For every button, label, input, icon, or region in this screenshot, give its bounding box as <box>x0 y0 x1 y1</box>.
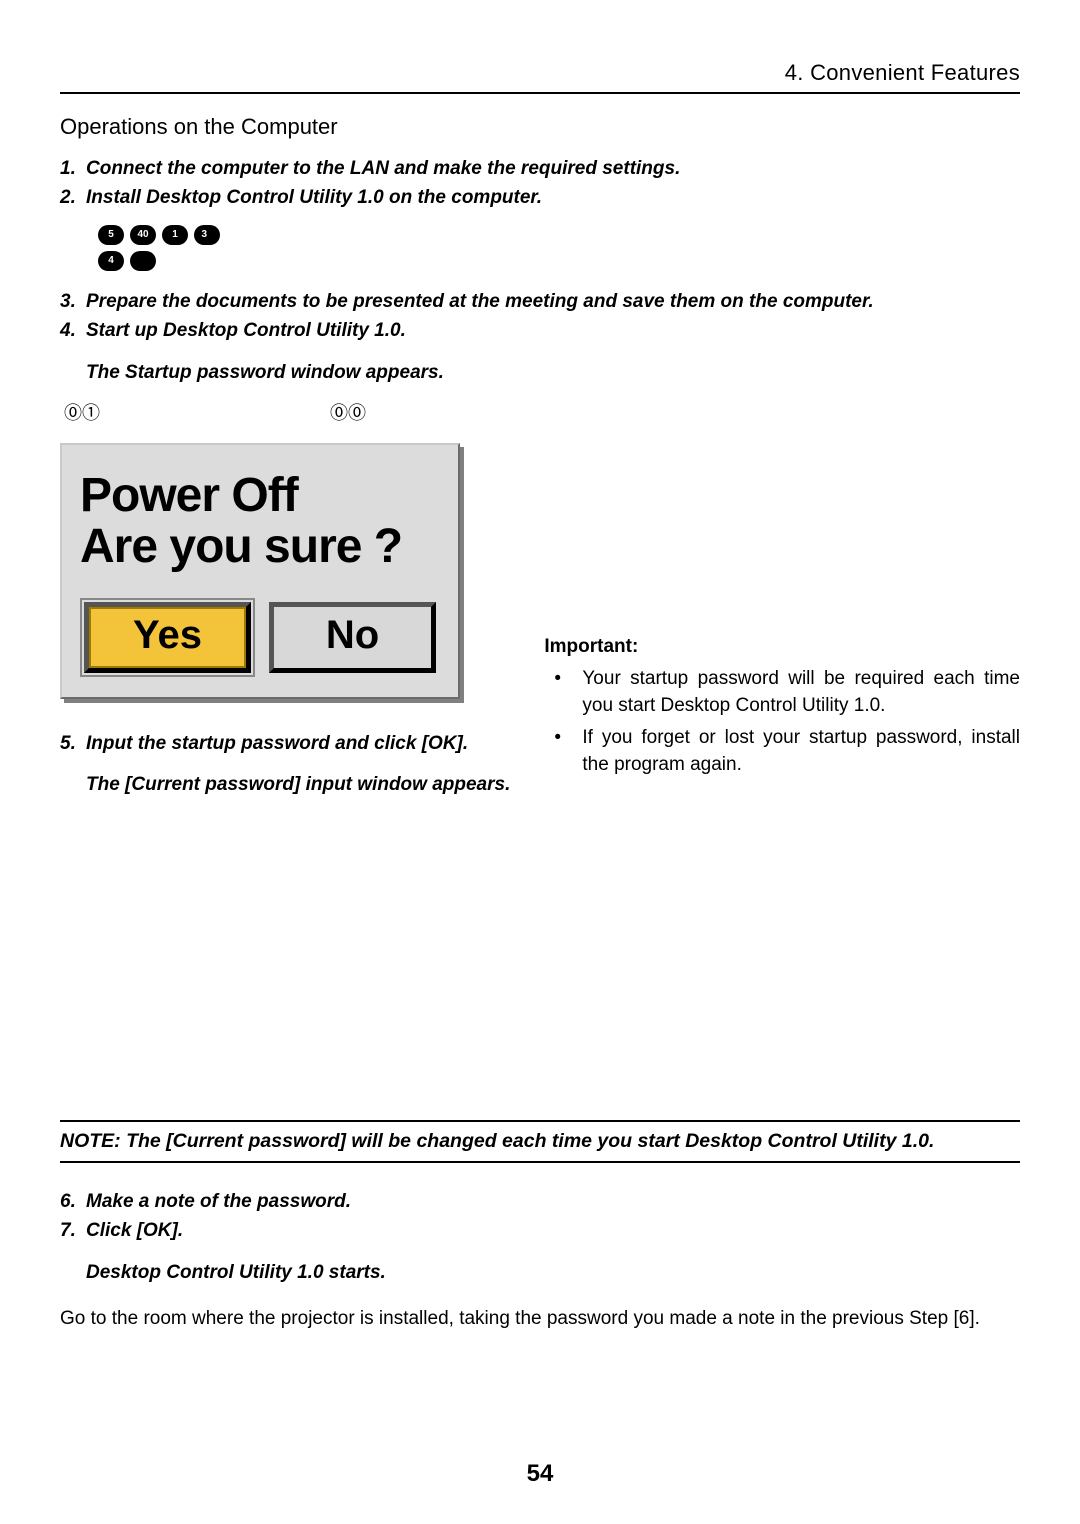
step-1: 1.Connect the computer to the LAN and ma… <box>60 154 1020 183</box>
power-off-dialog: Power Off Are you sure ? Yes No <box>60 443 460 699</box>
bubble-row-1: 5 40 1 3 <box>98 225 1020 245</box>
step-4: 4.Start up Desktop Control Utility 1.0. <box>60 316 1020 345</box>
steps-list-1b: 3.Prepare the documents to be presented … <box>60 287 1020 346</box>
closing-paragraph: Go to the room where the projector is in… <box>60 1305 1020 1334</box>
step-4-sub: The Startup password window appears. <box>60 358 1020 387</box>
important-bullets: Your startup password will be required e… <box>544 665 1020 779</box>
chapter-title: 4. Convenient Features <box>785 60 1020 85</box>
steps-list-2: 5.Input the startup password and click [… <box>60 729 510 758</box>
step-text: Make a note of the password. <box>86 1191 351 1212</box>
steps-list-1: 1.Connect the computer to the LAN and ma… <box>60 154 1020 213</box>
bubble-icon: 4 <box>98 251 124 271</box>
step-7: 7.Click [OK]. <box>60 1216 1020 1245</box>
dialog-title: Power Off Are you sure ? <box>80 471 436 572</box>
yes-button-label: Yes <box>133 613 202 657</box>
step-number: 7. <box>60 1216 86 1245</box>
page-root: 4. Convenient Features Operations on the… <box>0 0 1080 1524</box>
reference-bubbles: 5 40 1 3 4 <box>98 225 1020 271</box>
yes-button[interactable]: Yes <box>84 602 251 673</box>
steps-list-3: 6.Make a note of the password. 7.Click [… <box>60 1187 1020 1246</box>
step-number: 3. <box>60 287 86 316</box>
step-3: 3.Prepare the documents to be presented … <box>60 287 1020 316</box>
step-text: Install Desktop Control Utility 1.0 on t… <box>86 187 542 208</box>
step-text: Input the startup password and click [OK… <box>86 733 468 754</box>
step-7-sub: Desktop Control Utility 1.0 starts. <box>60 1258 1020 1287</box>
step-number: 1. <box>60 154 86 183</box>
section-title: Operations on the Computer <box>60 114 1020 140</box>
step-5: 5.Input the startup password and click [… <box>60 729 510 758</box>
step-number: 5. <box>60 729 86 758</box>
step-5-sub: The [Current password] input window appe… <box>60 770 510 799</box>
step-number: 2. <box>60 183 86 212</box>
step-text: Prepare the documents to be presented at… <box>86 291 874 312</box>
bubble-icon: 5 <box>98 225 124 245</box>
important-heading: Important: <box>544 633 1020 661</box>
important-column: Important: Your startup password will be… <box>544 443 1020 783</box>
bubble-icon: 1 <box>162 225 188 245</box>
chapter-header: 4. Convenient Features <box>60 60 1020 94</box>
dialog-buttons-row: Yes No <box>78 602 442 673</box>
step-6: 6.Make a note of the password. <box>60 1187 1020 1216</box>
step-text: Connect the computer to the LAN and make… <box>86 158 680 179</box>
step-text: Start up Desktop Control Utility 1.0. <box>86 320 406 341</box>
step-number: 6. <box>60 1187 86 1216</box>
step-2: 2.Install Desktop Control Utility 1.0 on… <box>60 183 1020 212</box>
bubble-icon <box>130 251 156 271</box>
note-text: NOTE: The [Current password] will be cha… <box>60 1128 1020 1155</box>
note-block: NOTE: The [Current password] will be cha… <box>60 1120 1020 1163</box>
important-bullet-1: Your startup password will be required e… <box>554 665 1020 720</box>
marker-icon: ⓪① <box>64 399 100 425</box>
step-5-block: 5.Input the startup password and click [… <box>60 729 510 800</box>
no-button-label: No <box>326 613 379 657</box>
bubble-icon: 40 <box>130 225 156 245</box>
divider <box>60 1120 1020 1122</box>
dialog-and-notes: Power Off Are you sure ? Yes No 5.Input … <box>60 443 1020 800</box>
circle-markers: ⓪① ⓪⓪ <box>64 399 1020 425</box>
page-number: 54 <box>0 1460 1080 1488</box>
marker-icon: ⓪⓪ <box>330 399 366 425</box>
bubble-row-2: 4 <box>98 251 1020 271</box>
step-number: 4. <box>60 316 86 345</box>
important-bullet-2: If you forget or lost your startup passw… <box>554 724 1020 779</box>
step-text: Click [OK]. <box>86 1220 183 1241</box>
no-button[interactable]: No <box>269 602 436 673</box>
bubble-icon: 3 <box>194 225 220 245</box>
divider <box>60 1161 1020 1163</box>
